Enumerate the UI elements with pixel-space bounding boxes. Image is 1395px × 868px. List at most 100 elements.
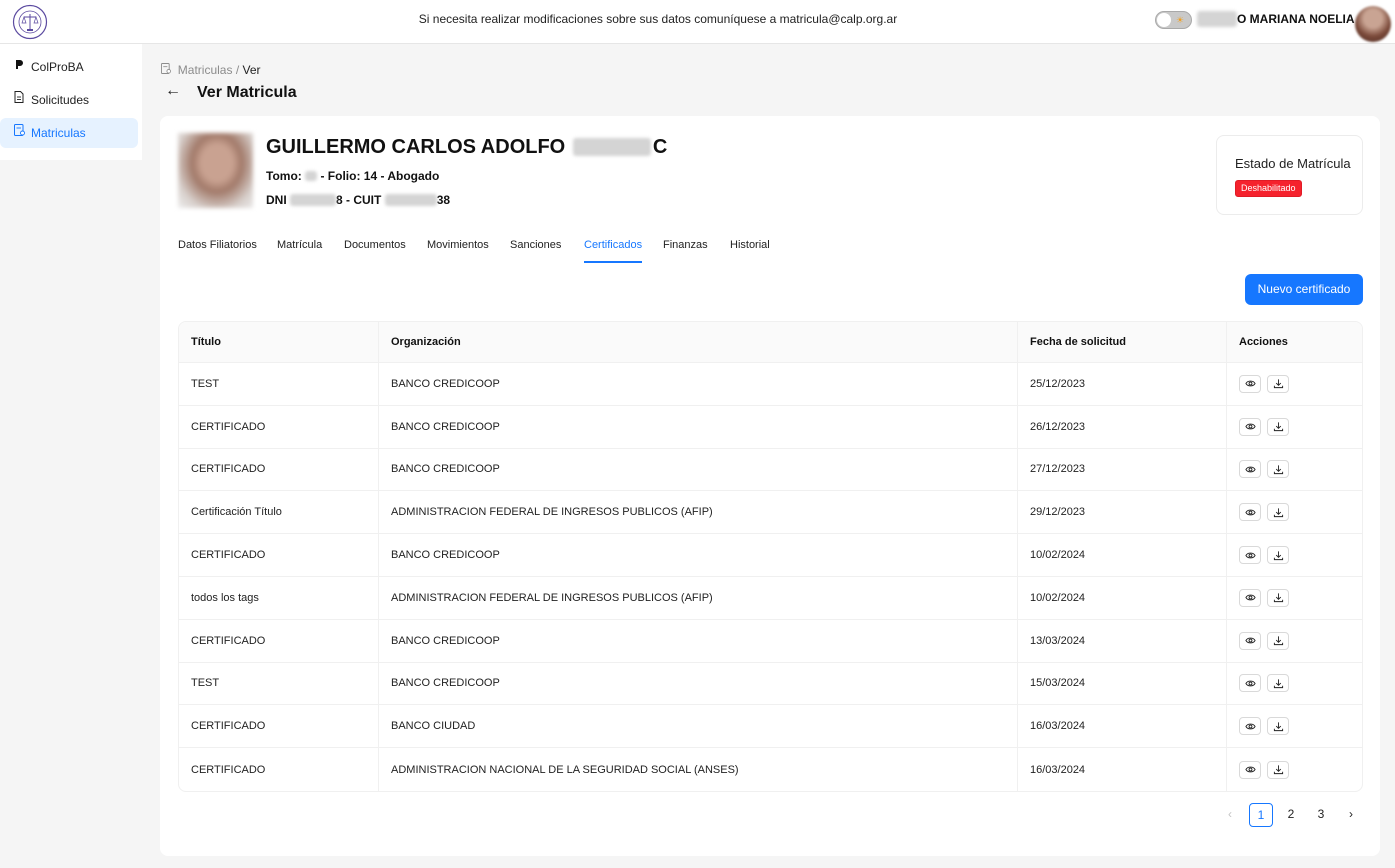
eye-icon xyxy=(1244,764,1256,775)
back-arrow-icon[interactable]: ← xyxy=(165,82,181,100)
download-button[interactable] xyxy=(1267,417,1289,436)
sidebar: ColProBA Solicitudes Matriculas xyxy=(0,44,142,160)
breadcrumb-current: Ver xyxy=(242,63,261,77)
cell-fecha: 29/12/2023 xyxy=(1018,491,1227,534)
download-button[interactable] xyxy=(1267,674,1289,693)
table-row: CERTIFICADO BANCO CREDICOOP 13/03/2024 xyxy=(179,619,1362,663)
cell-fecha: 16/03/2024 xyxy=(1018,748,1227,791)
page-title: Ver Matricula xyxy=(197,84,297,101)
tab-historial[interactable]: Historial xyxy=(730,230,770,263)
view-button[interactable] xyxy=(1239,760,1261,779)
tomo-rest: - Folio: 14 - Abogado xyxy=(320,169,440,183)
dni-rest: 8 - CUIT xyxy=(336,193,382,207)
chevron-right-icon[interactable]: › xyxy=(1339,803,1363,827)
status-card: Estado de Matrícula Deshabilitado xyxy=(1216,135,1363,215)
sidebar-item-colproba[interactable]: ColProBA xyxy=(0,52,138,82)
download-button[interactable] xyxy=(1267,503,1289,522)
download-icon xyxy=(1273,421,1284,432)
cell-acciones xyxy=(1227,577,1362,619)
cell-fecha: 10/02/2024 xyxy=(1018,576,1227,619)
cell-titulo: TEST xyxy=(179,363,379,405)
chevron-left-icon[interactable]: ‹ xyxy=(1218,803,1242,827)
redacted-dni xyxy=(290,194,337,206)
download-button[interactable] xyxy=(1267,717,1289,736)
tab-movimientos[interactable]: Movimientos xyxy=(427,230,489,263)
tab-datos-filiatorios[interactable]: Datos Filiatorios xyxy=(178,230,257,263)
table-row: CERTIFICADO BANCO CREDICOOP 10/02/2024 xyxy=(179,534,1362,577)
cell-titulo: TEST xyxy=(179,662,379,705)
toggle-knob xyxy=(1157,13,1171,27)
page-1-button[interactable]: 1 xyxy=(1249,803,1273,827)
download-button[interactable] xyxy=(1267,374,1289,393)
cell-acciones xyxy=(1227,491,1362,533)
view-button[interactable] xyxy=(1239,631,1261,650)
page-3-button[interactable]: 3 xyxy=(1309,803,1333,827)
view-button[interactable] xyxy=(1239,460,1261,479)
sidebar-item-solicitudes[interactable]: Solicitudes xyxy=(0,85,138,115)
cell-fecha: 27/12/2023 xyxy=(1018,448,1227,491)
cell-titulo: CERTIFICADO xyxy=(179,619,379,662)
page-2-button[interactable]: 2 xyxy=(1279,803,1303,827)
eye-icon xyxy=(1244,721,1256,732)
new-certificate-button[interactable]: Nuevo certificado xyxy=(1245,274,1363,305)
tomo-folio: Tomo: - Folio: 14 - Abogado xyxy=(266,169,439,183)
cell-acciones xyxy=(1227,363,1362,405)
status-badge: Deshabilitado xyxy=(1235,180,1302,197)
document-icon xyxy=(12,85,26,115)
matricula-icon xyxy=(161,63,174,77)
cell-fecha: 25/12/2023 xyxy=(1018,363,1227,405)
cell-titulo: Certificación Título xyxy=(179,491,379,534)
cell-titulo: CERTIFICADO xyxy=(179,748,379,791)
cuit-suffix: 38 xyxy=(436,193,451,207)
download-button[interactable] xyxy=(1267,760,1289,779)
view-button[interactable] xyxy=(1239,503,1261,522)
breadcrumb-link-matriculas[interactable]: Matriculas xyxy=(178,63,233,77)
contact-notice: Si necesita realizar modificaciones sobr… xyxy=(418,12,898,26)
cell-titulo: CERTIFICADO xyxy=(179,705,379,748)
cell-acciones xyxy=(1227,406,1362,448)
download-button[interactable] xyxy=(1267,546,1289,565)
user-name[interactable]: O MARIANA NOELIA xyxy=(1237,12,1355,26)
status-title: Estado de Matrícula xyxy=(1235,156,1351,171)
cell-organizacion: ADMINISTRACION FEDERAL DE INGRESOS PUBLI… xyxy=(379,576,1018,619)
view-button[interactable] xyxy=(1239,417,1261,436)
download-icon xyxy=(1273,550,1284,561)
person-name: GUILLERMO CARLOS ADOLFO C xyxy=(266,136,667,159)
tab-certificados[interactable]: Certificados xyxy=(584,230,643,263)
cell-acciones xyxy=(1227,620,1362,662)
cell-organizacion: BANCO CREDICOOP xyxy=(379,534,1018,576)
tab-finanzas[interactable]: Finanzas xyxy=(663,230,708,263)
top-bar: Si necesita realizar modificaciones sobr… xyxy=(0,0,1395,44)
cell-titulo: todos los tags xyxy=(179,576,379,619)
cell-organizacion: ADMINISTRACION NACIONAL DE LA SEGURIDAD … xyxy=(379,748,1018,791)
view-button[interactable] xyxy=(1239,546,1261,565)
column-header-fecha: Fecha de solicitud xyxy=(1018,322,1227,362)
tab-sanciones[interactable]: Sanciones xyxy=(510,230,561,263)
sidebar-item-matriculas[interactable]: Matriculas xyxy=(0,118,138,148)
view-button[interactable] xyxy=(1239,588,1261,607)
download-icon xyxy=(1273,721,1284,732)
cell-fecha: 10/02/2024 xyxy=(1018,534,1227,576)
tab-documentos[interactable]: Documentos xyxy=(344,230,406,263)
cell-acciones xyxy=(1227,663,1362,705)
download-button[interactable] xyxy=(1267,588,1289,607)
redacted-surname xyxy=(572,138,651,156)
person-name-last: C xyxy=(652,136,668,158)
download-button[interactable] xyxy=(1267,460,1289,479)
column-header-titulo: Título xyxy=(179,322,379,362)
user-avatar[interactable] xyxy=(1355,6,1391,42)
download-button[interactable] xyxy=(1267,631,1289,650)
profile-photo xyxy=(178,133,253,208)
table-row: CERTIFICADO BANCO CIUDAD 16/03/2024 xyxy=(179,705,1362,749)
view-button[interactable] xyxy=(1239,674,1261,693)
sidebar-item-label: ColProBA xyxy=(31,60,84,74)
cell-titulo: CERTIFICADO xyxy=(179,448,379,491)
view-button[interactable] xyxy=(1239,717,1261,736)
table-row: Certificación Título ADMINISTRACION FEDER… xyxy=(179,491,1362,535)
view-button[interactable] xyxy=(1239,374,1261,393)
redacted-username xyxy=(1197,11,1237,27)
theme-toggle[interactable]: ☀ xyxy=(1155,11,1192,29)
tab-matricula[interactable]: Matrícula xyxy=(277,230,322,263)
column-header-organizacion: Organización xyxy=(379,322,1018,362)
cell-organizacion: BANCO CREDICOOP xyxy=(379,405,1018,448)
